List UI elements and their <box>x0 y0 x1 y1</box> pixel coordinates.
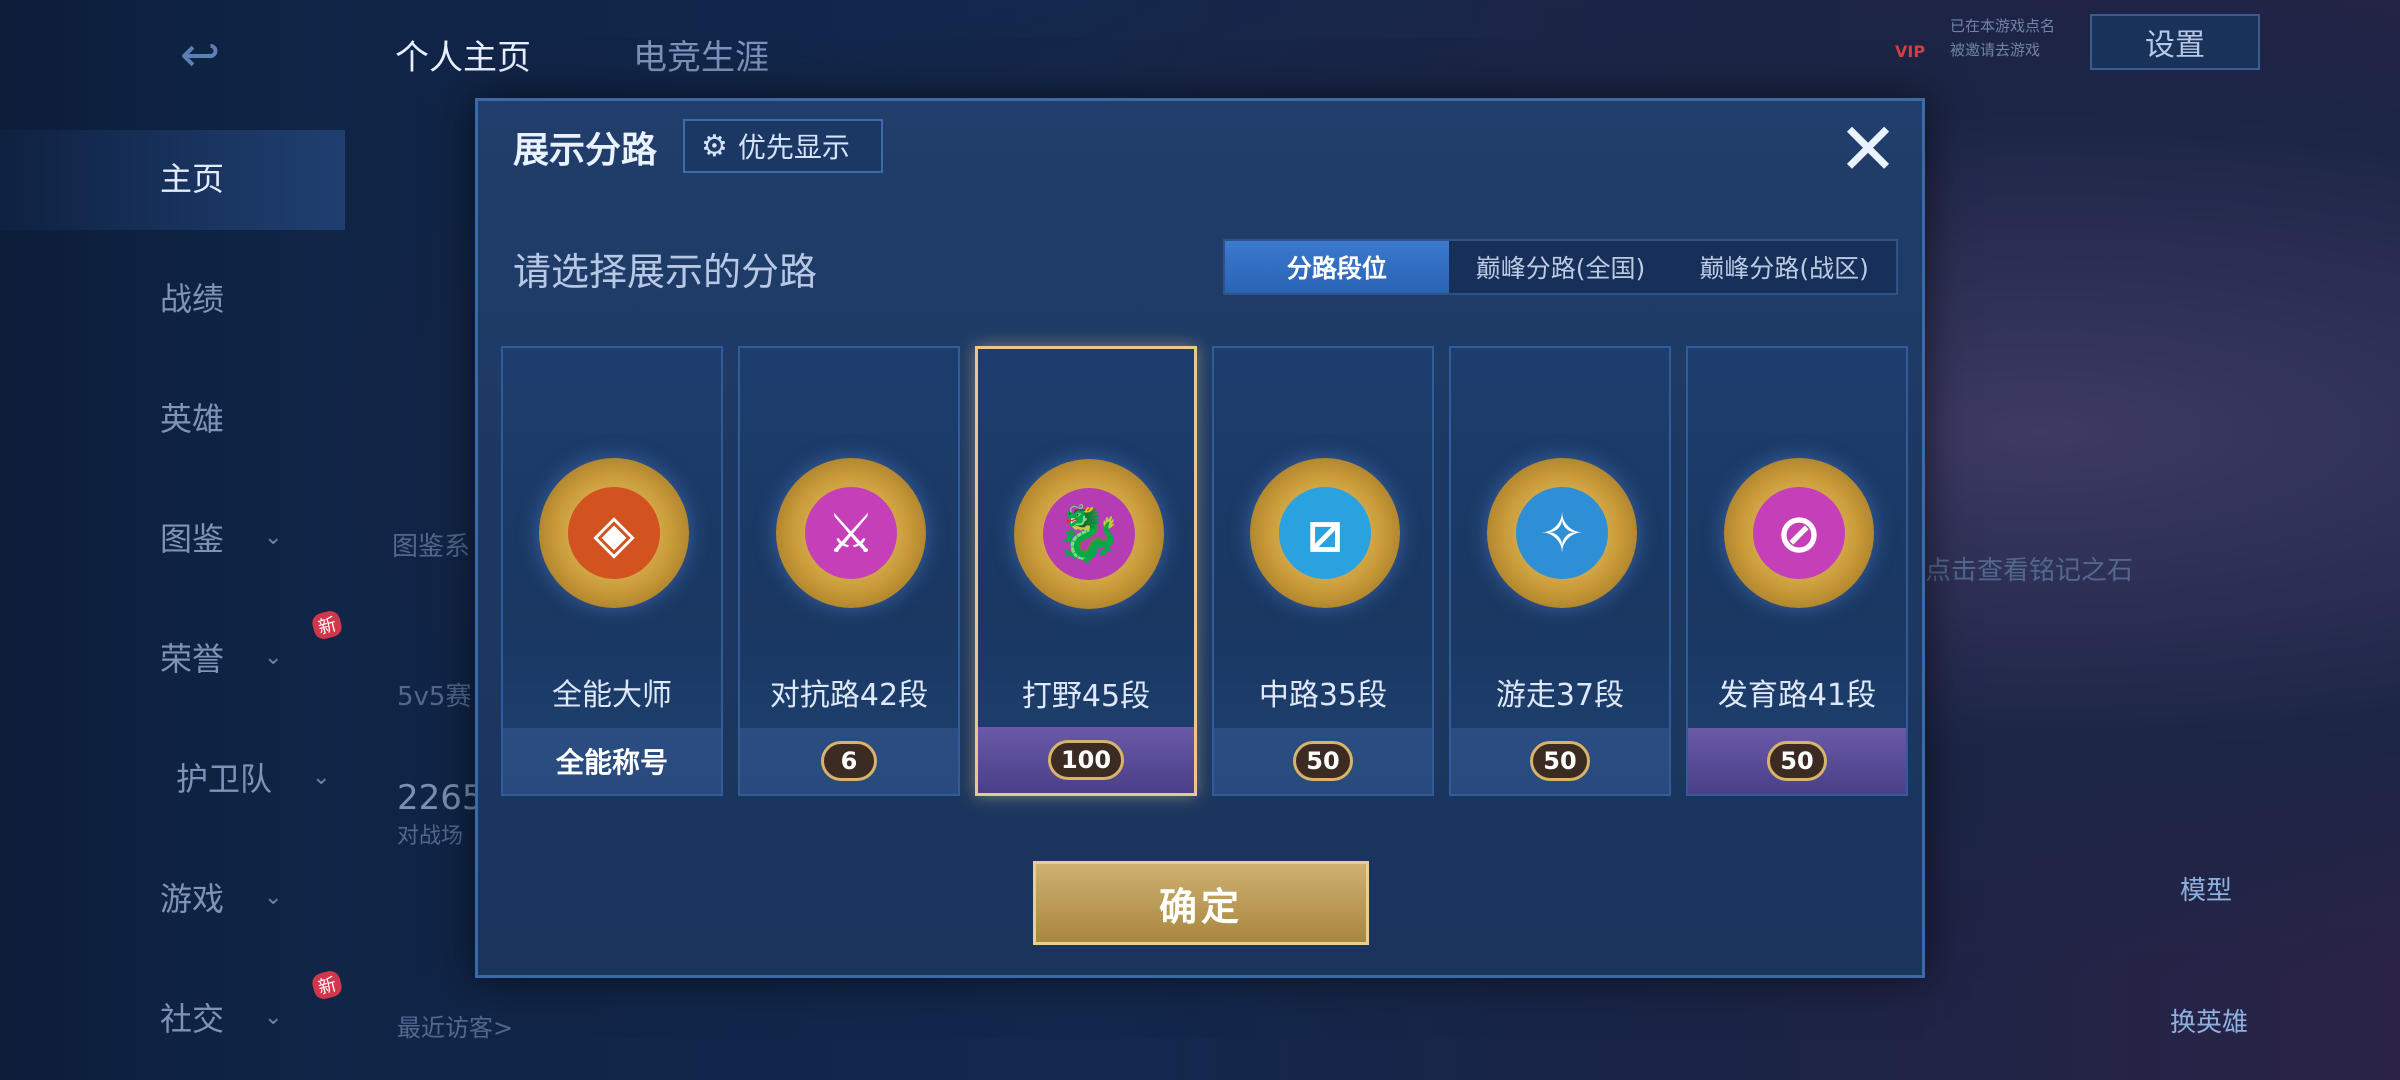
game-record-line2: 被邀请去游戏 <box>1950 41 2041 59</box>
recent-visitors-link[interactable]: 最近访客> <box>397 1008 513 1043</box>
route-card[interactable]: ✧ 游走37段 50 <box>1449 346 1671 796</box>
route-card-footer: 全能称号 <box>503 728 721 794</box>
sidebar: ↩ 主页 战绩 英雄 图鉴 ⌄ 荣誉 ⌄ 新护卫队 ⌄ 游戏 ⌄ 社交 ⌄ 新 <box>0 0 345 1080</box>
clash-lane-icon: ⚔ <box>776 458 926 608</box>
tab-peak-route-national[interactable]: 巅峰分路(全国) <box>1449 241 1673 293</box>
chevron-down-icon: ⌄ <box>312 764 331 790</box>
tab-personal-home[interactable]: 个人主页 <box>395 30 531 79</box>
route-card-list: ◈ 全能大师全能称号 ⚔ 对抗路42段 6 🐉 打野45段 100 ⧄ 中路35段 50 ✧ 游走37段… <box>501 346 1908 796</box>
chevron-down-icon: ⌄ <box>264 1004 283 1030</box>
farm-lane-icon: ⊘ <box>1724 458 1874 608</box>
sidebar-item-home[interactable]: 主页 <box>160 152 340 202</box>
route-card[interactable]: ⚔ 对抗路42段 6 <box>738 346 960 796</box>
back-button[interactable]: ↩ <box>180 30 280 80</box>
route-card-name: 中路35段 <box>1258 678 1388 713</box>
rank-badge: 50 <box>1530 741 1590 781</box>
tab-route-rank[interactable]: 分路段位 <box>1225 241 1449 293</box>
sidebar-item-gallery[interactable]: 图鉴 ⌄ <box>160 512 340 562</box>
route-card-footer: 50 <box>1214 728 1432 794</box>
sidebar-item-label: 护卫队 <box>176 760 273 798</box>
inscription-hint[interactable]: 点击查看铭记之石 <box>1925 550 2133 587</box>
sidebar-item-label: 英雄 <box>160 400 225 438</box>
title-label: 全能称号 <box>555 746 668 779</box>
emblem-glyph: ◈ <box>568 487 660 579</box>
gear-icon: ⚙ <box>701 128 728 164</box>
sidebar-item-honor[interactable]: 荣誉 ⌄ <box>160 632 340 682</box>
chevron-down-icon: ⌄ <box>264 524 283 550</box>
route-card-name: 全能大师 <box>552 678 672 713</box>
route-card-footer: 6 <box>740 728 958 794</box>
route-card[interactable]: 🐉 打野45段 100 <box>975 346 1197 796</box>
route-tabs: 分路段位 巅峰分路(全国) 巅峰分路(战区) <box>1223 239 1898 295</box>
sidebar-item-label: 图鉴 <box>160 520 225 558</box>
all-round-icon: ◈ <box>539 458 689 608</box>
route-card-name: 发育路41段 <box>1717 678 1877 713</box>
chevron-down-icon: ⌄ <box>264 644 283 670</box>
gallery-text: 图鉴系 <box>392 532 471 562</box>
sidebar-item-label: 主页 <box>160 160 225 198</box>
jungle-icon: 🐉 <box>1014 459 1164 609</box>
roam-icon: ✧ <box>1487 458 1637 608</box>
route-card-footer: 50 <box>1451 728 1669 794</box>
sidebar-item-games[interactable]: 游戏 ⌄ <box>160 872 340 922</box>
route-card-name: 游走37段 <box>1495 678 1625 713</box>
emblem-glyph: ⊘ <box>1753 487 1845 579</box>
emblem-glyph: ⚔ <box>805 487 897 579</box>
route-card-name: 对抗路42段 <box>769 678 929 713</box>
mode-text: 5v5赛 <box>397 682 472 712</box>
sidebar-item-guard[interactable]: 护卫队 ⌄ <box>176 752 356 802</box>
model-button[interactable]: 模型 <box>2180 870 2232 907</box>
chevron-down-icon: ⌄ <box>264 884 283 910</box>
sidebar-item-label: 战绩 <box>160 280 225 318</box>
mid-lane-icon: ⧄ <box>1250 458 1400 608</box>
dialog-title: 展示分路 <box>513 130 658 171</box>
game-record-line1: 已在本游戏点名 <box>1950 17 2056 35</box>
emblem-glyph: ⧄ <box>1279 487 1371 579</box>
sidebar-item-social[interactable]: 社交 ⌄ <box>160 992 340 1042</box>
route-card-footer: 100 <box>978 727 1194 793</box>
sidebar-item-label: 荣誉 <box>160 640 225 678</box>
priority-display-button[interactable]: ⚙ 优先显示 <box>683 119 883 173</box>
emblem-glyph: 🐉 <box>1043 488 1135 580</box>
dialog-subtitle: 请选择展示的分路 <box>513 250 818 294</box>
rank-badge: 6 <box>821 741 877 781</box>
settings-label: 设置 <box>2145 28 2205 63</box>
rank-badge: 50 <box>1767 741 1827 781</box>
rank-badge: 50 <box>1293 741 1353 781</box>
sidebar-item-records[interactable]: 战绩 <box>160 272 340 322</box>
tab-peak-route-region[interactable]: 巅峰分路(战区) <box>1672 241 1896 293</box>
stat-label: 对战场 <box>397 824 464 849</box>
game-record-info: 已在本游戏点名 被邀请去游戏 <box>1950 14 2055 62</box>
confirm-button[interactable]: 确定 <box>1033 861 1369 945</box>
settings-button[interactable]: 设置 <box>2090 14 2260 70</box>
stat-number: 2265 <box>397 778 484 818</box>
route-card[interactable]: ⊘ 发育路41段 50 <box>1686 346 1908 796</box>
change-hero-button[interactable]: 换英雄 <box>2170 1002 2248 1039</box>
sidebar-item-heroes[interactable]: 英雄 <box>160 392 340 442</box>
route-card[interactable]: ◈ 全能大师全能称号 <box>501 346 723 796</box>
sidebar-item-label: 社交 <box>160 1000 225 1038</box>
priority-label: 优先显示 <box>737 131 850 164</box>
route-card-name: 打野45段 <box>1021 679 1151 714</box>
vip-badge: VIP <box>1895 42 1926 61</box>
route-card[interactable]: ⧄ 中路35段 50 <box>1212 346 1434 796</box>
route-card-footer: 50 <box>1688 728 1906 794</box>
close-icon[interactable]: ✕ <box>1828 109 1908 189</box>
tab-esports-career[interactable]: 电竞生涯 <box>633 30 769 79</box>
rank-badge: 100 <box>1047 740 1125 780</box>
emblem-glyph: ✧ <box>1516 487 1608 579</box>
confirm-label: 确定 <box>1158 884 1243 929</box>
sidebar-item-label: 游戏 <box>160 880 225 918</box>
route-display-dialog: 展示分路 ⚙ 优先显示 ✕ 请选择展示的分路 分路段位 巅峰分路(全国) 巅峰分… <box>475 98 1925 978</box>
